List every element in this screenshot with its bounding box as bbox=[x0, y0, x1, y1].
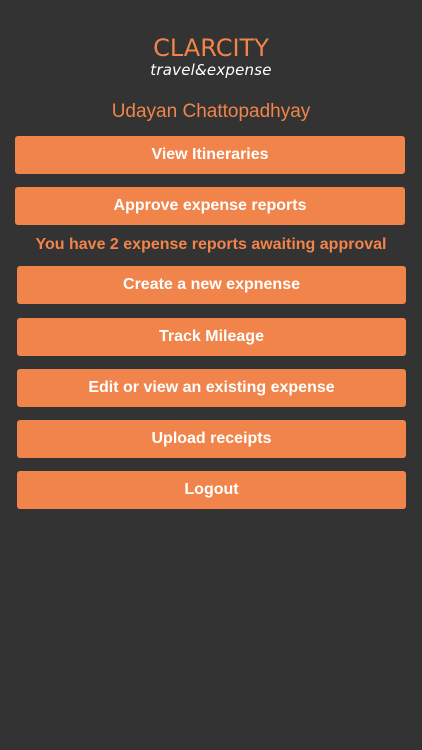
logo-brand-text: CLARCITY bbox=[153, 34, 269, 62]
track-mileage-button[interactable]: Track Mileage bbox=[17, 318, 406, 356]
app-logo: CLARCITY travel&expense bbox=[0, 34, 422, 79]
user-name: Udayan Chattopadhyay bbox=[111, 101, 311, 122]
upload-receipts-button[interactable]: Upload receipts bbox=[17, 420, 406, 458]
edit-existing-expense-button[interactable]: Edit or view an existing expense bbox=[17, 369, 406, 407]
create-new-expense-button[interactable]: Create a new expnense bbox=[17, 266, 406, 304]
logo-tagline-text: travel&expense bbox=[150, 61, 272, 79]
approve-expense-reports-button[interactable]: Approve expense reports bbox=[15, 187, 405, 225]
view-itineraries-button[interactable]: View Itineraries bbox=[15, 136, 405, 174]
approval-notice: You have 2 expense reports awaiting appr… bbox=[35, 236, 387, 253]
logout-button[interactable]: Logout bbox=[17, 471, 406, 509]
